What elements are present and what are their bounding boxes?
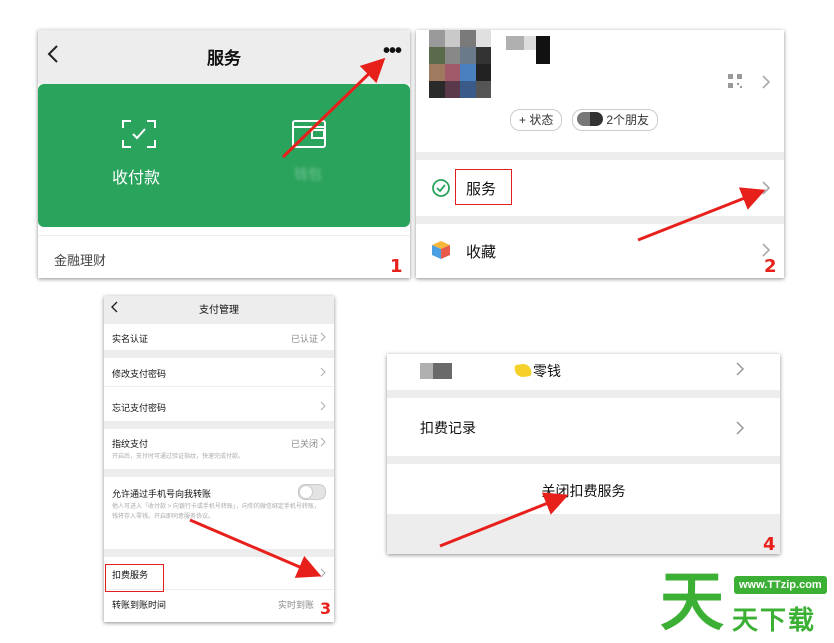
phone-transfer-toggle[interactable] — [298, 484, 326, 500]
step-number-1: 1 — [390, 256, 403, 277]
row-forgot-password[interactable]: 忘记支付密码 — [104, 393, 334, 419]
deduct-records-label: 扣费记录 — [420, 420, 476, 436]
panel-deduct-service-page: 零钱 扣费记录 关闭扣费服务 4 — [387, 354, 780, 554]
friends-chip-label: 2个朋友 — [606, 113, 650, 127]
page-title: 服务 — [207, 49, 241, 68]
friends-chip[interactable]: 2个朋友 — [572, 109, 659, 131]
panel-me-page: + 状态 2个朋友 服务 收藏 2 — [416, 30, 784, 278]
row-arrival-time[interactable]: 转账到账时间 实时到账 — [104, 591, 334, 617]
favorites-cube-icon — [432, 241, 450, 259]
scan-frame-icon[interactable] — [122, 120, 156, 148]
change-label: 零钱 — [533, 363, 561, 379]
phone-transfer-label: 允许通过手机号向我转账 — [112, 489, 212, 499]
row-change-password[interactable]: 修改支付密码 — [104, 358, 334, 387]
section-divider — [104, 350, 334, 358]
toggle-knob — [300, 486, 312, 498]
friend-avatars-icon — [577, 112, 603, 126]
services-chevron-icon — [762, 181, 771, 195]
arrival-time-value: 实时到账 — [277, 600, 314, 610]
row-fingerprint[interactable]: 指纹支付 已关闭 开启后，支付时可通过验证指纹，快速完成付款。 — [104, 429, 334, 469]
chevron-right-icon — [736, 362, 745, 376]
fingerprint-label: 指纹支付 — [112, 439, 149, 449]
title-bar: 支付管理 — [104, 296, 334, 318]
favorites-label: 收藏 — [466, 244, 497, 261]
wallet-label-obscured[interactable]: 钱包 — [294, 164, 322, 184]
step-number-4: 4 — [763, 534, 776, 554]
profile-chevron-icon[interactable] — [761, 74, 771, 90]
row-deduct-records[interactable]: 扣费记录 — [387, 398, 780, 456]
fingerprint-note: 开启后，支付时可通过验证指纹，快速完成付款。 — [112, 454, 245, 460]
row-phone-transfer: 允许通过手机号向我转账 他人可进入「收付款 > 向银行卡或手机号转账」，向你的微… — [104, 477, 334, 549]
page-title: 支付管理 — [199, 305, 239, 316]
chevron-right-icon — [320, 568, 326, 578]
chevron-right-icon — [320, 332, 326, 342]
qr-code-icon[interactable] — [728, 74, 742, 88]
realname-value: 已认证 — [290, 334, 318, 344]
wallet-icon[interactable] — [292, 120, 326, 148]
section-divider — [104, 421, 334, 429]
forgot-password-label: 忘记支付密码 — [112, 403, 167, 413]
watermark-site: www.TTzip.com — [734, 576, 827, 594]
step-number-3: 3 — [320, 599, 332, 618]
chevron-right-icon — [736, 421, 745, 435]
more-dots-icon[interactable]: ••• — [383, 40, 402, 63]
receive-pay-label[interactable]: 收付款 — [112, 164, 160, 188]
status-chip[interactable]: + 状态 — [510, 109, 563, 131]
finance-row[interactable]: 金融理财 — [38, 235, 410, 278]
chevron-right-icon — [320, 367, 326, 377]
avatar — [429, 30, 491, 98]
section-divider — [104, 469, 334, 477]
realname-label: 实名认证 — [112, 334, 149, 344]
chevron-right-icon — [320, 401, 326, 411]
highlight-box-deduct — [105, 564, 164, 592]
finance-label: 金融理财 — [54, 253, 107, 268]
watermark-brand: 天下载 — [732, 605, 817, 635]
obscured-block — [420, 363, 452, 379]
section-divider — [104, 549, 334, 557]
row-change[interactable]: 零钱 — [387, 354, 780, 388]
services-icon — [432, 179, 450, 197]
nickname-obscured — [506, 36, 552, 64]
fingerprint-value: 已关闭 — [290, 439, 318, 449]
step-number-2: 2 — [764, 256, 777, 277]
title-bar: 服务 ••• — [38, 30, 410, 84]
section-divider — [416, 152, 784, 160]
favorites-row[interactable]: 收藏 — [416, 224, 784, 278]
highlight-box-services — [455, 169, 512, 205]
change-coin-icon — [514, 362, 532, 379]
watermark-logo: 天 www.TTzip.com 天下载 — [660, 566, 830, 640]
chevron-right-icon — [320, 437, 326, 447]
section-divider — [387, 390, 780, 398]
pay-card: 收付款 钱包 — [38, 84, 410, 227]
section-divider — [387, 456, 780, 464]
section-divider-2 — [416, 216, 784, 224]
bottom-area — [387, 514, 780, 554]
arrival-time-label: 转账到账时间 — [112, 600, 167, 610]
panel-services-page: 服务 ••• 收付款 钱包 金融理财 1 — [38, 30, 410, 278]
panel-payment-management: 支付管理 实名认证 已认证 修改支付密码 忘记支付密码 指纹支付 已关闭 开启后… — [104, 296, 334, 622]
watermark-big-char: 天 — [660, 566, 724, 638]
close-deduct-service-button[interactable]: 关闭扣费服务 — [387, 464, 780, 514]
change-password-label: 修改支付密码 — [112, 369, 167, 379]
row-realname[interactable]: 实名认证 已认证 — [104, 324, 334, 350]
close-deduct-service-label: 关闭扣费服务 — [541, 483, 626, 499]
phone-transfer-note: 他人可进入「收付款 > 向银行卡或手机号转账」，向你的微信绑定手机号转账，钱将存… — [112, 504, 320, 520]
